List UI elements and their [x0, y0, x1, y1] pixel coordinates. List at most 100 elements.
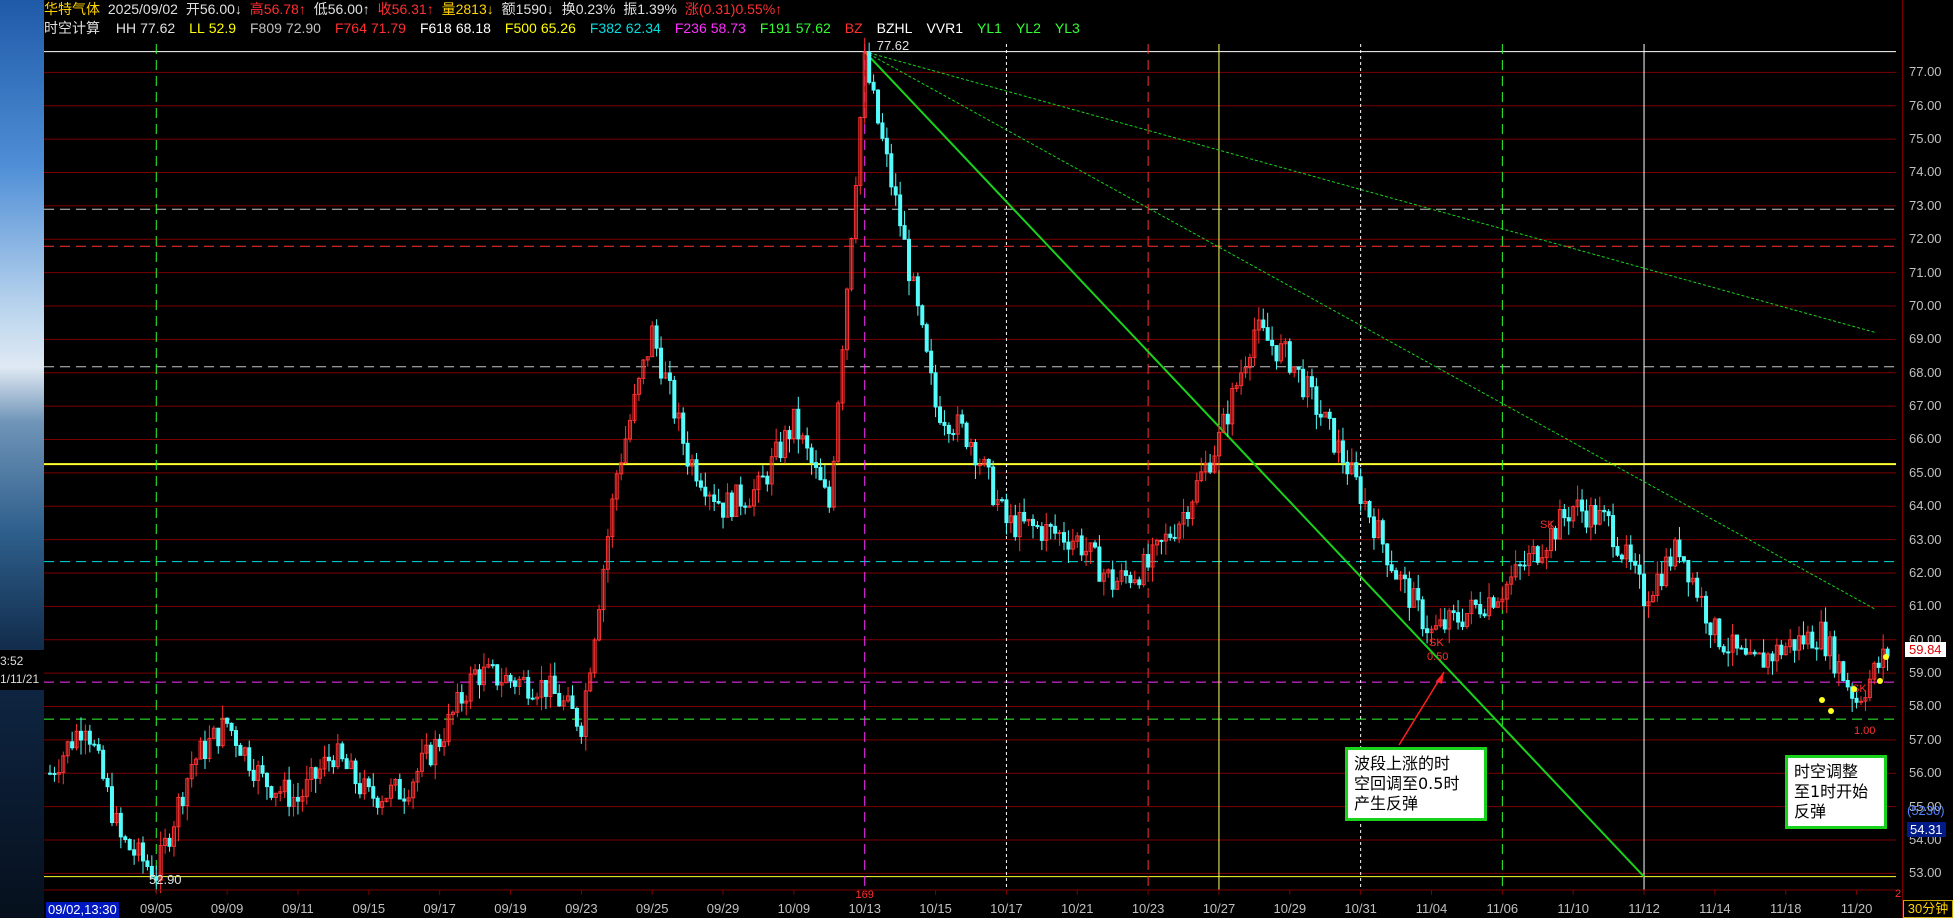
- candle-body: [1137, 579, 1142, 586]
- candle-body: [1079, 535, 1084, 556]
- candle-body: [357, 783, 362, 795]
- trend-line-third: [864, 51, 1877, 334]
- y-tick-label: 53.00: [1909, 865, 1942, 881]
- candle-body: [247, 747, 252, 771]
- candle-body: [570, 695, 575, 710]
- candle-body: [760, 475, 765, 478]
- candle-body: [371, 786, 376, 799]
- candle-body: [353, 760, 358, 785]
- candle-body: [238, 744, 243, 756]
- candle-body: [1876, 662, 1881, 668]
- x-tick-label: 09/17: [423, 901, 456, 916]
- candlestick-chart[interactable]: 77.6252.90169SK0.50SKSK1.00 09/05 09/09 09…: [44, 0, 1904, 918]
- candles: [48, 37, 1890, 894]
- signal-dot: [1877, 678, 1883, 684]
- price-axis: 53.00 54.00 55.00 56.00 57.00 58.00 59.00 60.00…: [1895, 0, 1953, 918]
- candle-body: [295, 796, 300, 802]
- candle-body: [1061, 532, 1066, 543]
- candle-body: [1792, 639, 1797, 651]
- candle-body: [667, 372, 672, 381]
- x-tick-label: 10/31: [1344, 901, 1377, 916]
- candle-body: [1048, 524, 1053, 527]
- candle-body: [743, 505, 748, 508]
- candle-body: [269, 786, 274, 798]
- corner-mark: 2: [1895, 888, 1902, 900]
- candle-body: [1442, 619, 1447, 630]
- candle-body: [685, 442, 690, 467]
- candle-body: [1752, 651, 1757, 655]
- candle-body: [1739, 647, 1744, 650]
- candle-body: [1022, 511, 1027, 522]
- candle-body: [698, 480, 703, 488]
- candle-body: [1535, 546, 1540, 563]
- indicator-bz: BZ: [844, 20, 863, 36]
- candle-body: [1757, 652, 1762, 655]
- candle-body: [1704, 595, 1709, 624]
- indicator-f191: F191 57.62: [759, 20, 831, 36]
- x-tick-label: 11/14: [1699, 901, 1731, 916]
- candle-body: [920, 305, 925, 326]
- candle-body: [1615, 546, 1620, 556]
- candle-body: [1265, 327, 1270, 341]
- signal-dot: [1883, 654, 1889, 660]
- candle-body: [1380, 520, 1385, 545]
- candle-body: [78, 730, 83, 741]
- candle-body: [557, 692, 562, 707]
- candle-body: [712, 494, 717, 503]
- candle-body: [1004, 499, 1009, 524]
- indicator-yl3: YL3: [1054, 20, 1080, 36]
- candle-body: [1473, 599, 1478, 605]
- sk-half-label: 0.50: [1427, 651, 1448, 663]
- candle-body: [1057, 532, 1062, 535]
- indicator-f382: F382 62.34: [589, 20, 661, 36]
- candle-body: [1854, 697, 1859, 703]
- candle-body: [1708, 622, 1713, 636]
- indicator-row: 时空计算 HH 77.62 LL 52.9 F809 72.90 F764 71.79 F618…: [44, 19, 1904, 38]
- candle-body: [260, 765, 265, 774]
- annotation-note-half: 波段上涨的时 空回调至0.5时 产生反弹: [1345, 747, 1487, 821]
- signal-dot: [1819, 697, 1825, 703]
- candle-body: [1668, 556, 1673, 567]
- x-tick-label: 10/09: [778, 901, 811, 916]
- candle-body: [508, 674, 513, 682]
- candle-body: [1030, 518, 1035, 527]
- x-tick-label: 10/17: [990, 901, 1023, 916]
- candle-body: [1066, 541, 1071, 550]
- x-tick-label: 10/15: [919, 901, 952, 916]
- y-tick-label: 65.00: [1909, 464, 1942, 480]
- annotation-note-one: 时空调整 至1时开始 反弹: [1785, 755, 1887, 829]
- candle-body: [127, 839, 132, 851]
- candle-body: [1686, 559, 1691, 583]
- price-gridlines: [44, 71, 1896, 874]
- indicator-f618: F618 68.18: [419, 20, 491, 36]
- candle-body: [1779, 644, 1784, 656]
- candle-body: [101, 749, 106, 779]
- candle-body: [738, 484, 743, 507]
- candle-body: [233, 730, 238, 746]
- desktop-wallpaper-strip: 3:52 1/11/21: [0, 0, 44, 918]
- candle-body: [123, 836, 128, 841]
- candle-body: [1287, 341, 1292, 373]
- candle-body: [1456, 612, 1461, 623]
- candle-body: [216, 727, 221, 747]
- period-selector[interactable]: 30分钟: [1903, 900, 1953, 918]
- candle-body: [1402, 574, 1407, 580]
- candle-body: [991, 466, 996, 506]
- candle-body: [986, 459, 991, 468]
- x-tick-label: 11/04: [1416, 901, 1448, 916]
- candle-body: [880, 122, 885, 139]
- amplitude-value: 振1.39%: [623, 1, 677, 17]
- candle-body: [999, 499, 1004, 502]
- candle-body: [1841, 661, 1846, 682]
- indicator-f500: F500 65.26: [504, 20, 576, 36]
- sk-label-2: SK: [1540, 519, 1555, 531]
- y-tick-label: 73.00: [1909, 197, 1942, 213]
- candle-body: [938, 406, 943, 423]
- candle-body: [1628, 544, 1633, 562]
- candle-body: [1761, 652, 1766, 668]
- y-tick-label: 74.00: [1909, 164, 1942, 180]
- indicator-f764: F764 71.79: [334, 20, 406, 36]
- stock-name: 华特气体: [44, 1, 100, 17]
- candle-body: [1354, 462, 1359, 478]
- candle-body: [1110, 569, 1115, 590]
